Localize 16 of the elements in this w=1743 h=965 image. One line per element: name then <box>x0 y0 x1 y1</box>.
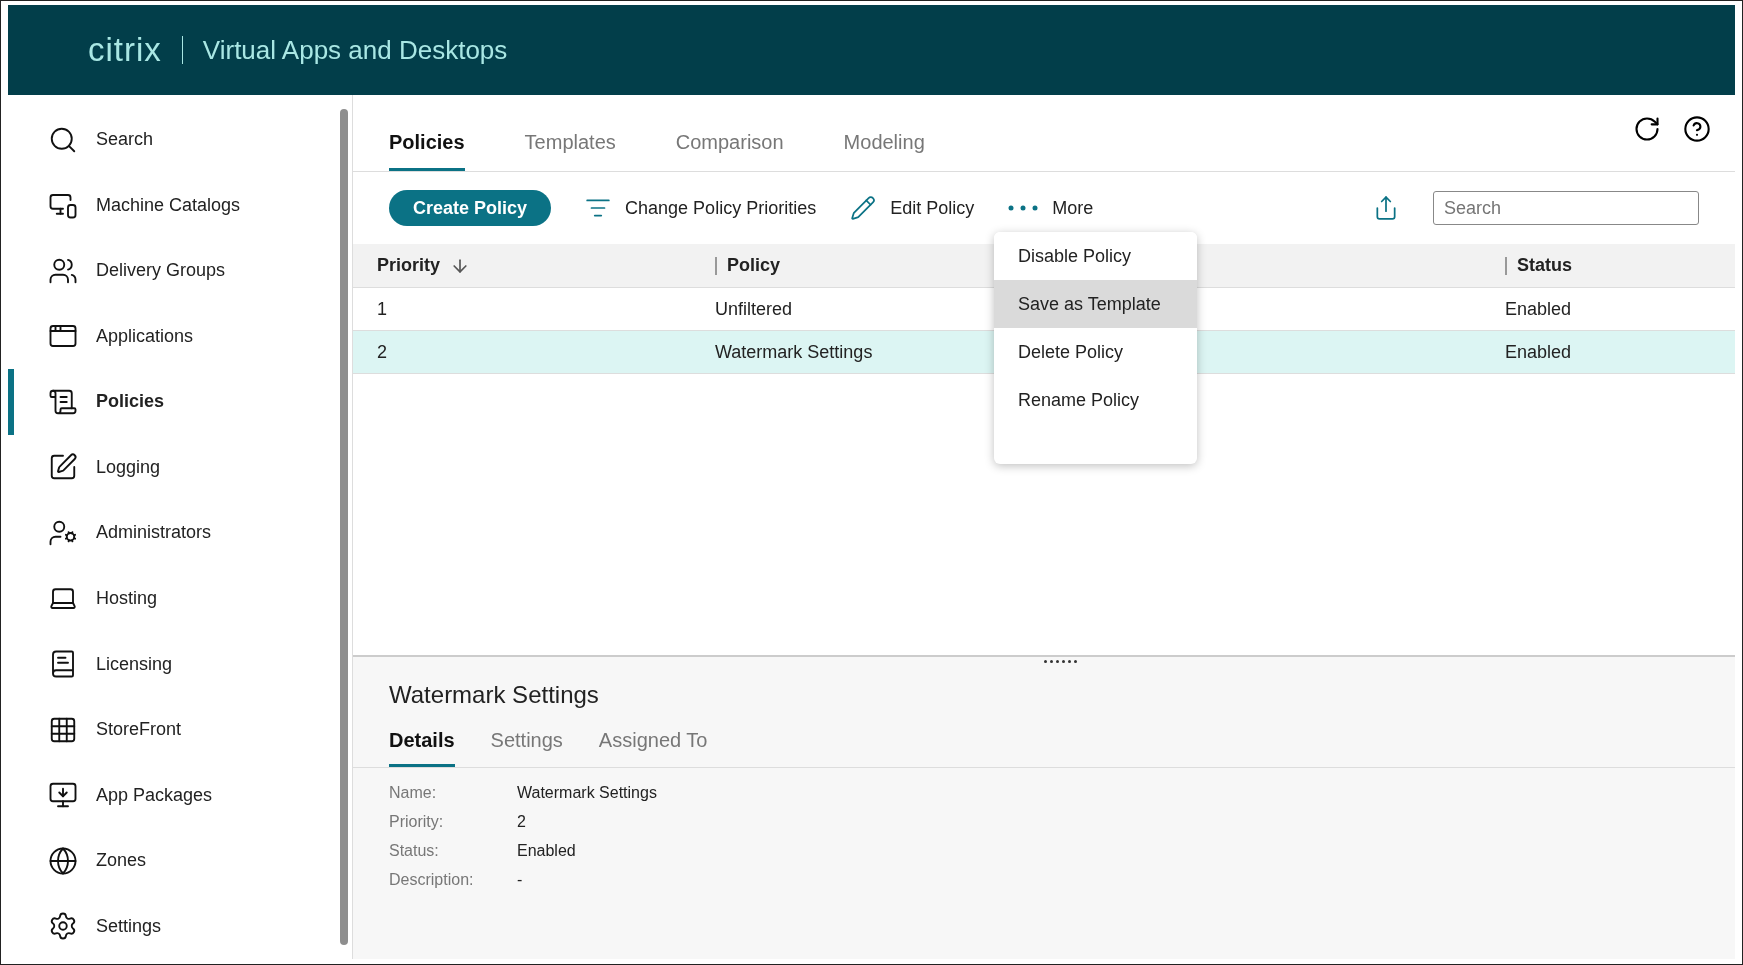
column-title: Status <box>1517 255 1572 276</box>
field-value: 2 <box>517 813 527 831</box>
field-value: - <box>517 871 524 889</box>
table-cell: Enabled <box>1481 331 1735 374</box>
field-label: Status: <box>389 842 440 860</box>
column-title: Priority <box>377 255 441 276</box>
field-label: Name: <box>389 784 438 802</box>
field-label: Priority: <box>389 813 445 831</box>
field-label: Description: <box>389 871 475 889</box>
field-value: Enabled <box>517 842 577 860</box>
app-title: Virtual Apps and Desktops <box>202 34 508 66</box>
column-title: Policy <box>727 255 781 276</box>
logo: citrix <box>88 36 183 64</box>
table-cell: 2 <box>353 331 691 374</box>
field-value: Watermark Settings <box>517 784 658 802</box>
details-title: Watermark Settings <box>389 681 599 709</box>
